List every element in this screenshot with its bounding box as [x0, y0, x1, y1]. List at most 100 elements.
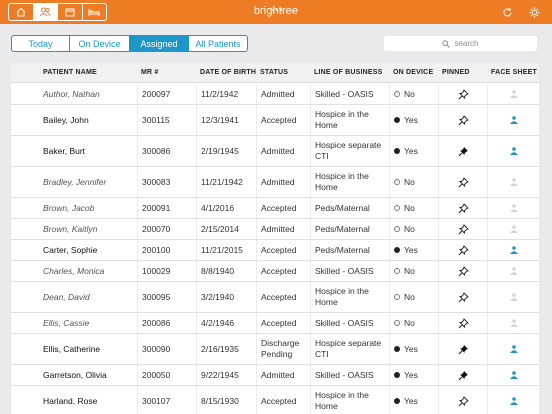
- status-value: Accepted: [261, 317, 297, 328]
- table-row[interactable]: Brown, Jacob 200091 4/1/2016 Accepted Peds/M…: [11, 198, 539, 219]
- mr-value: 300115: [142, 114, 170, 125]
- mr-cell: 300083: [137, 167, 196, 197]
- mr-cell: 200091: [137, 198, 196, 218]
- dob-cell: 11/21/1942: [196, 167, 256, 197]
- line-of-business-value: Hospice separate CTI: [315, 338, 382, 359]
- line-of-business-cell: Hospice in the Home: [310, 386, 389, 414]
- settings-button[interactable]: [527, 5, 541, 19]
- table-row[interactable]: Garretson, Olivia 200050 9/22/1945 Admitted…: [11, 365, 539, 386]
- line-of-business-value: Hospice in the Home: [315, 286, 369, 307]
- col-face-sheet[interactable]: FACE SHEET: [491, 63, 537, 83]
- on-device-indicator-icon: [394, 320, 400, 326]
- mr-value: 200091: [142, 202, 171, 213]
- on-device-cell: No: [389, 167, 438, 197]
- app-header: brightree: [0, 0, 552, 24]
- dob-value: 9/22/1945: [201, 369, 239, 380]
- refresh-button[interactable]: [500, 5, 514, 19]
- table-row[interactable]: Baker, Burt 300086 2/19/1945 Admitted Hospic…: [11, 136, 539, 167]
- nav-calendar[interactable]: [58, 4, 83, 20]
- line-of-business-cell: Skilled - OASIS: [310, 84, 389, 104]
- search-input[interactable]: search: [384, 36, 537, 51]
- pin-toggle[interactable]: [438, 105, 487, 135]
- line-of-business-value: Skilled - OASIS: [315, 369, 374, 380]
- table-row[interactable]: Charles, Monica 100029 8/8/1940 Accepted Ski…: [11, 261, 539, 282]
- col-patient-name[interactable]: PATIENT NAME: [43, 63, 97, 83]
- tab-all-patients[interactable]: All Patients: [189, 36, 247, 51]
- status-cell: Accepted: [256, 282, 310, 312]
- table-row[interactable]: Harland, Rose 300107 8/15/1930 Accepted Hosp…: [11, 386, 539, 414]
- pin-toggle[interactable]: [438, 282, 487, 312]
- table-row[interactable]: Carter, Sophie 200100 11/21/2015 Accepted Pe…: [11, 240, 539, 261]
- table-row[interactable]: Ellis, Cassie 200086 4/2/1946 Accepted Skill…: [11, 313, 539, 334]
- face-sheet-person-icon: [509, 267, 518, 275]
- pin-toggle[interactable]: [438, 313, 487, 333]
- table-row[interactable]: Brown, Kaitlyn 200070 2/15/2014 Admitted Ped…: [11, 219, 539, 240]
- mr-cell: 300086: [137, 136, 196, 166]
- face-sheet-button[interactable]: [487, 386, 539, 414]
- col-date-of-birth[interactable]: DATE OF BIRTH: [200, 63, 256, 83]
- table-row[interactable]: Ellis, Catherine 300090 2/16/1935 Discharge…: [11, 334, 539, 365]
- table-row[interactable]: Bradley, Jennifer 300083 11/21/1942 Admitte…: [11, 167, 539, 198]
- on-device-value: Yes: [404, 244, 418, 255]
- tab-assigned[interactable]: Assigned: [130, 36, 189, 51]
- pin-toggle[interactable]: [438, 198, 487, 218]
- pin-icon-filled: [458, 370, 468, 380]
- face-sheet-button[interactable]: [487, 136, 539, 166]
- dob-cell: 2/16/1935: [196, 334, 256, 364]
- table-row[interactable]: Bailey, John 300115 12/3/1941 Accepted Hospi…: [11, 105, 539, 136]
- col-mr-number[interactable]: MR #: [141, 63, 159, 83]
- on-device-value: No: [404, 202, 415, 213]
- dob-cell: 4/1/2016: [196, 198, 256, 218]
- pin-icon: [458, 202, 469, 213]
- mr-cell: 300095: [137, 282, 196, 312]
- face-sheet-button[interactable]: [487, 334, 539, 364]
- face-sheet-person-icon: [509, 90, 518, 98]
- on-device-indicator-icon: [394, 117, 400, 123]
- on-device-value: Yes: [404, 114, 418, 125]
- col-pinned[interactable]: PINNED: [442, 63, 470, 83]
- pin-toggle[interactable]: [438, 334, 487, 364]
- nav-bed[interactable]: [83, 4, 107, 20]
- pin-icon: [458, 88, 469, 99]
- col-on-device[interactable]: ON DEVICE: [393, 63, 433, 83]
- patient-name: Dean, David: [43, 291, 90, 302]
- table-row[interactable]: Author, Nathan 200097 11/2/1942 Admitted Ski…: [11, 84, 539, 105]
- on-device-cell: Yes: [389, 365, 438, 385]
- on-device-indicator-icon: [394, 205, 400, 211]
- col-line-of-business[interactable]: LINE OF BUSINESS: [314, 63, 383, 83]
- face-sheet-button: [487, 167, 539, 197]
- face-sheet-button[interactable]: [487, 240, 539, 260]
- face-sheet-person-icon: [509, 204, 518, 212]
- pin-toggle[interactable]: [438, 136, 487, 166]
- table-row[interactable]: Dean, David 300095 3/2/1940 Accepted Hospice…: [11, 282, 539, 313]
- tab-on-device[interactable]: On Device: [70, 36, 130, 51]
- pin-toggle[interactable]: [438, 240, 487, 260]
- pin-toggle[interactable]: [438, 261, 487, 281]
- nav-home[interactable]: [9, 4, 34, 20]
- status-value: Admitted: [261, 88, 295, 99]
- pin-toggle[interactable]: [438, 386, 487, 414]
- dob-cell: 2/15/2014: [196, 219, 256, 239]
- dob-cell: 3/2/1940: [196, 282, 256, 312]
- nav-patients[interactable]: [33, 4, 58, 20]
- calendar-icon: [65, 8, 75, 17]
- col-status[interactable]: STATUS: [260, 63, 288, 83]
- status-value: Accepted: [261, 291, 297, 302]
- face-sheet-button[interactable]: [487, 105, 539, 135]
- on-device-indicator-icon: [394, 247, 400, 253]
- face-sheet-button[interactable]: [487, 365, 539, 385]
- tab-today[interactable]: Today: [12, 36, 70, 51]
- on-device-value: No: [404, 223, 415, 234]
- on-device-cell: Yes: [389, 136, 438, 166]
- line-of-business-value: Peds/Maternal: [315, 244, 370, 255]
- on-device-cell: No: [389, 219, 438, 239]
- line-of-business-value: Skilled - OASIS: [315, 265, 374, 276]
- pin-toggle[interactable]: [438, 84, 487, 104]
- patient-name-cell: Garretson, Olivia: [11, 365, 137, 385]
- status-cell: Admitted: [256, 167, 310, 197]
- status-cell: Accepted: [256, 240, 310, 260]
- pin-toggle[interactable]: [438, 167, 487, 197]
- patient-name-cell: Carter, Sophie: [11, 240, 137, 260]
- pin-toggle[interactable]: [438, 219, 487, 239]
- pin-toggle[interactable]: [438, 365, 487, 385]
